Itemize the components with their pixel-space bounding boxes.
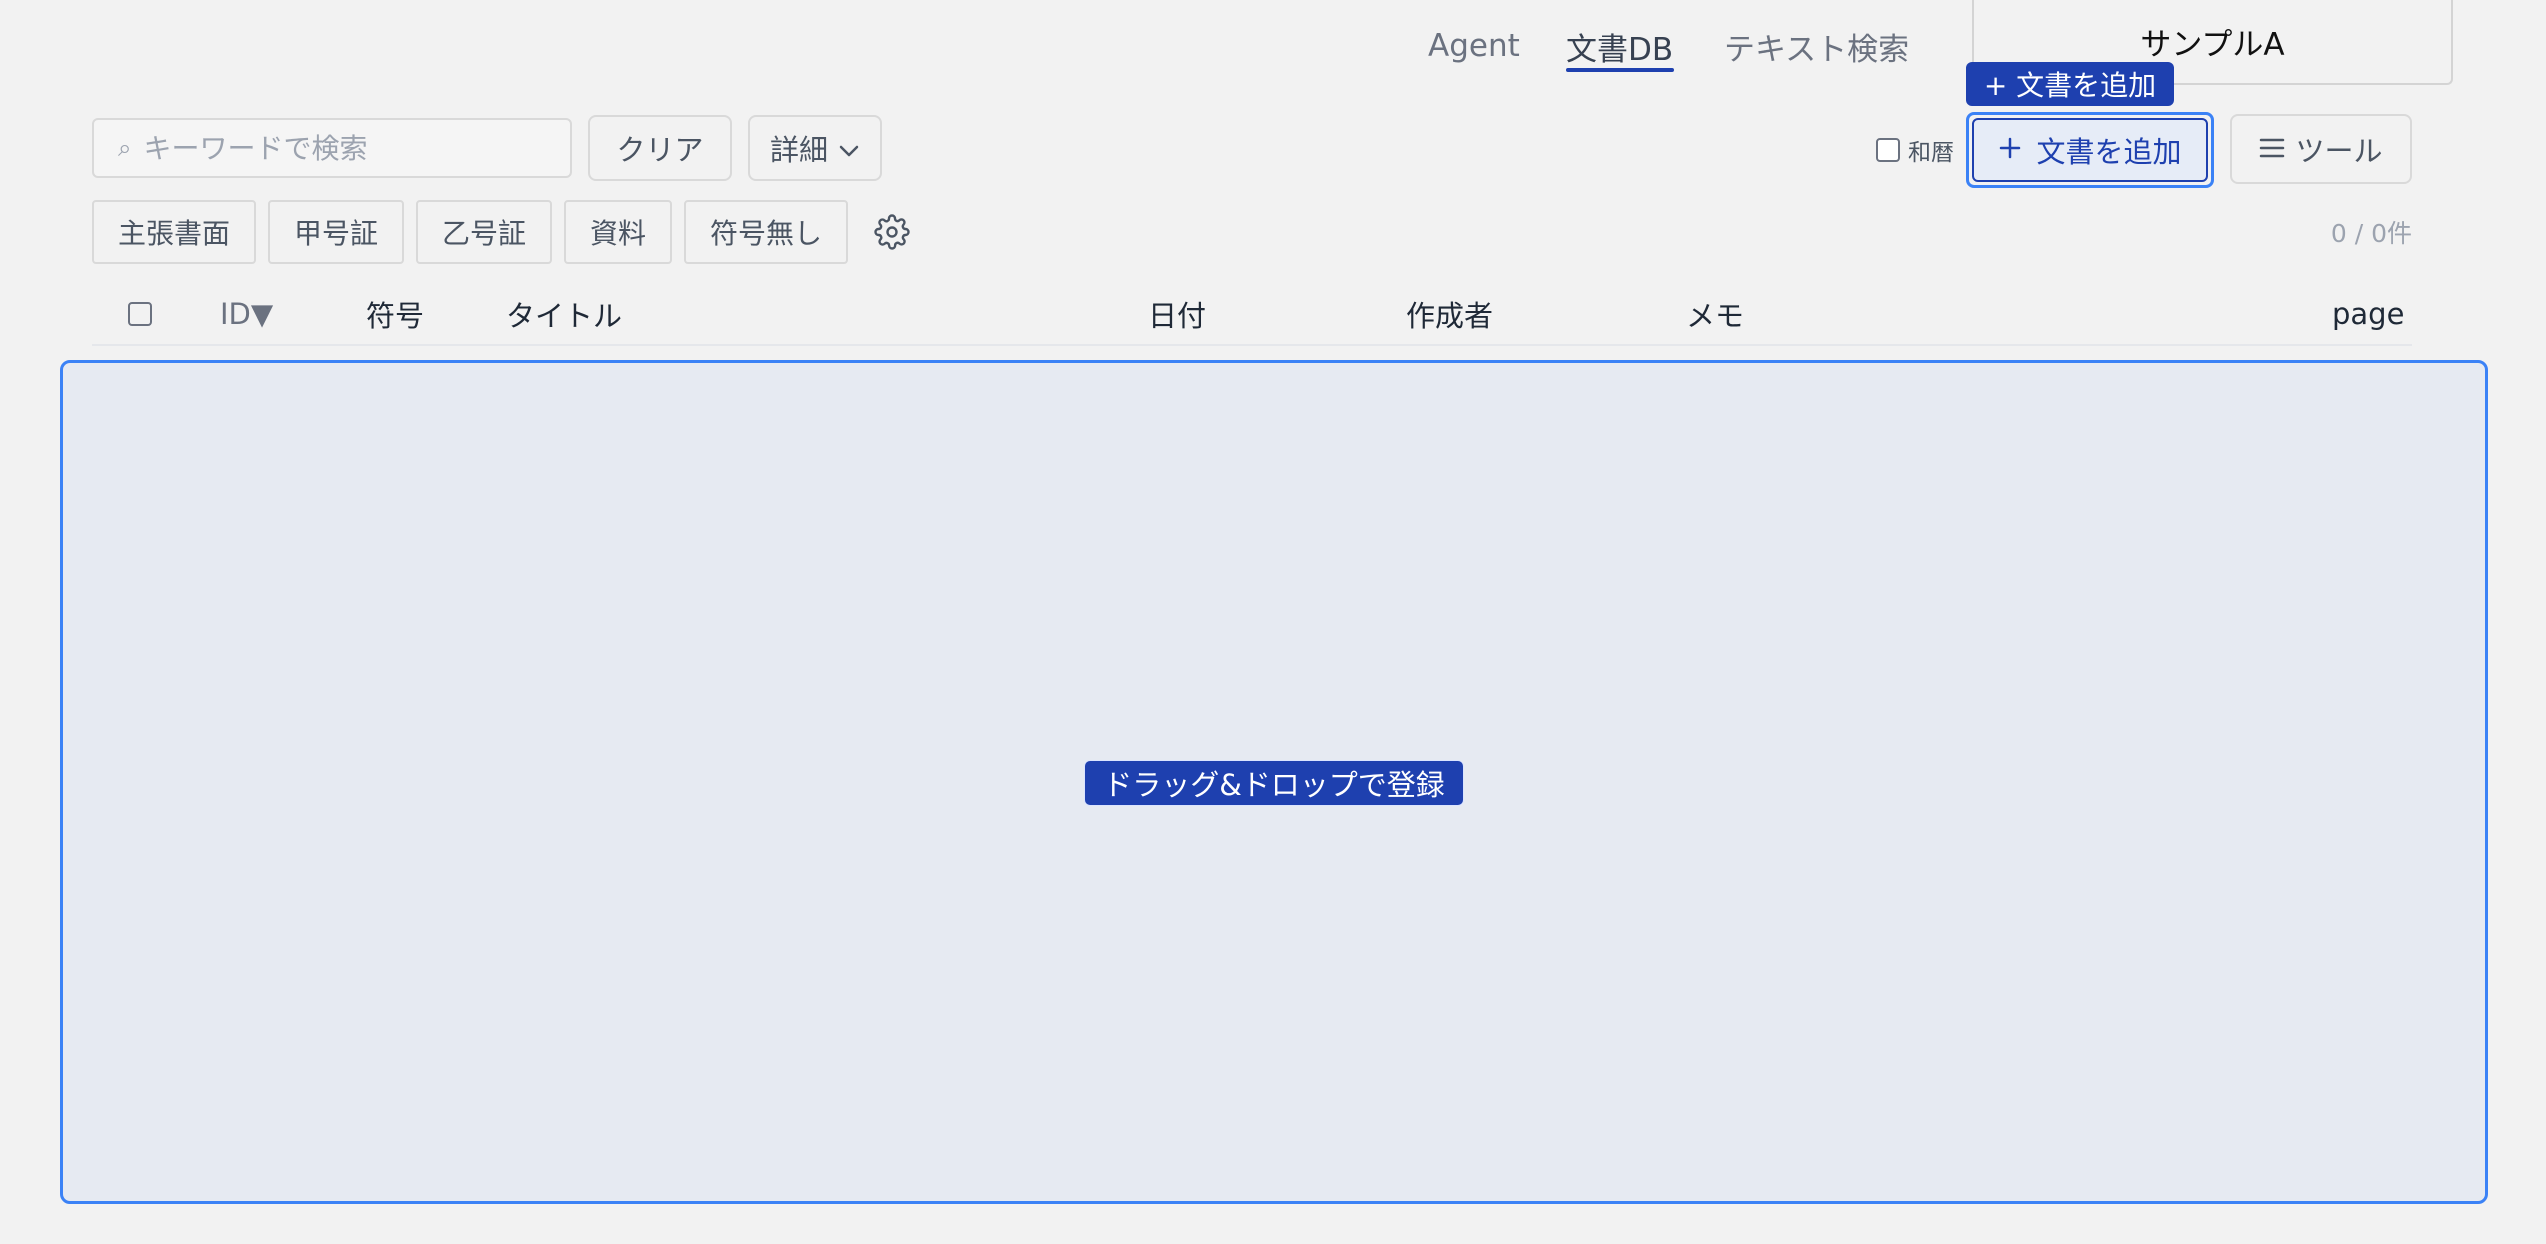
wareki-toggle[interactable]: 和暦 — [1876, 134, 1954, 166]
filter-shucho-shomen[interactable]: 主張書面 — [92, 200, 256, 264]
search-input[interactable] — [143, 131, 544, 165]
column-header-memo[interactable]: メモ — [1686, 294, 1744, 334]
column-header-title[interactable]: タイトル — [506, 294, 622, 334]
tools-button[interactable]: ツール — [2230, 114, 2412, 184]
column-header-author[interactable]: 作成者 — [1406, 294, 1493, 334]
wareki-label: 和暦 — [1908, 140, 1954, 166]
tab-document-db[interactable]: 文書DB — [1566, 20, 1673, 72]
tab-text-search[interactable]: テキスト検索 — [1724, 20, 1909, 72]
filter-kogo-sho[interactable]: 甲号証 — [268, 200, 404, 264]
gear-icon[interactable] — [874, 214, 910, 250]
table-header-divider — [92, 344, 2412, 346]
filter-shiryo[interactable]: 資料 — [564, 200, 672, 264]
column-header-id[interactable]: ID▼ — [220, 294, 273, 334]
column-header-code[interactable]: 符号 — [366, 294, 424, 334]
detail-button[interactable]: 詳細 — [748, 115, 882, 181]
menu-icon — [2259, 132, 2285, 166]
add-document-label: 文書を追加 — [2036, 135, 2182, 169]
wareki-checkbox[interactable] — [1876, 138, 1900, 162]
tab-agent[interactable]: Agent — [1428, 20, 1520, 72]
detail-button-label: 詳細 — [769, 133, 828, 167]
active-tab-indicator — [1566, 68, 1674, 72]
filter-no-code[interactable]: 符号無し — [684, 200, 848, 264]
search-icon: ⌕ — [118, 134, 132, 162]
column-header-date[interactable]: 日付 — [1148, 294, 1206, 334]
drop-zone-label: ドラッグ&ドロップで登録 — [1084, 760, 1464, 806]
plus-icon — [1998, 133, 2022, 167]
clear-button[interactable]: クリア — [588, 115, 732, 181]
select-all-checkbox-box[interactable] — [128, 302, 152, 326]
search-box: ⌕ — [92, 118, 572, 178]
select-all-checkbox[interactable] — [128, 302, 152, 326]
column-header-page[interactable]: page — [2332, 294, 2404, 334]
tools-button-label: ツール — [2295, 134, 2383, 168]
add-document-button[interactable]: 文書を追加 — [1966, 112, 2214, 188]
filter-otsugo-sho[interactable]: 乙号証 — [416, 200, 552, 264]
add-document-tooltip: + 文書を追加 — [1966, 62, 2174, 106]
clear-button-label: クリア — [616, 133, 704, 167]
chevron-down-icon — [838, 131, 860, 165]
project-name: サンプルA — [2140, 27, 2285, 63]
document-count: 0 / 0件 — [2330, 219, 2412, 248]
